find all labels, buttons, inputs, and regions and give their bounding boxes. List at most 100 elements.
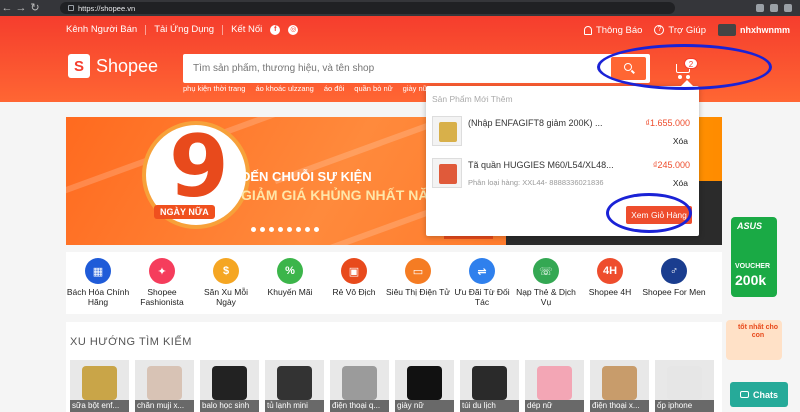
facebook-icon[interactable]: f (270, 24, 281, 35)
top-links: Kênh Người Bán Tải Ứng Dụng Kết Nối f ◎ (66, 24, 299, 35)
category-item[interactable]: ♂ Shopee For Men (642, 252, 706, 314)
keyword-link[interactable]: giày nữ (403, 84, 428, 93)
back-icon[interactable]: ← (0, 0, 14, 16)
menu-icon[interactable] (784, 4, 792, 12)
carousel-dot[interactable] (305, 227, 310, 232)
trending-tile[interactable]: túi du lịch (460, 360, 519, 412)
divider (222, 24, 224, 35)
product-image (537, 366, 572, 400)
view-cart-button[interactable]: Xem Giỏ Hàng (626, 206, 692, 224)
seller-link[interactable]: Kênh Người Bán (66, 24, 137, 35)
username: nhxhwnmm (739, 25, 790, 35)
cart-item[interactable]: (Nhập ENFAGIFT8 giảm 200K) ... ₫1.655.00… (432, 116, 694, 152)
dropdown-header: Sản Phẩm Mới Thêm (432, 94, 513, 104)
trending-tile[interactable]: ốp iphone (655, 360, 714, 412)
phone-icon: ☏ (533, 258, 559, 284)
trending-label: túi du lịch (460, 400, 519, 412)
bulb-icon: ✦ (149, 258, 175, 284)
trending-label: chăn muji x... (135, 400, 194, 412)
category-item[interactable]: ☏ Nạp Thẻ & Dịch Vụ (514, 252, 578, 314)
shopee-logo[interactable]: S Shopee (68, 54, 158, 78)
category-bar: ▦ Bách Hóa Chính Hãng ✦ Shopee Fashionista… (66, 252, 722, 314)
carousel-dots (251, 227, 319, 232)
trending-label: điện thoại q... (330, 400, 389, 412)
carousel-dot[interactable] (278, 227, 283, 232)
reload-icon[interactable]: ↻ (28, 0, 42, 16)
account-links: Thông Báo ? Trợ Giúp nhxhwnmm (583, 24, 790, 36)
category-item[interactable]: ✦ Shopee Fashionista (130, 252, 194, 314)
cart-dropdown: Sản Phẩm Mới Thêm (Nhập ENFAGIFT8 giảm 2… (426, 80, 699, 236)
countdown-days: NGÀY NỮA (154, 205, 215, 219)
extension-icon[interactable] (756, 4, 764, 12)
trending-tile[interactable]: giày nữ (395, 360, 454, 412)
trending-label: balo học sinh (200, 400, 259, 412)
carousel-dot[interactable] (296, 227, 301, 232)
product-image (472, 366, 507, 400)
product-name: (Nhập ENFAGIFT8 giảm 200K) ... (468, 118, 603, 128)
trending-tile[interactable]: tủ lạnh mini (265, 360, 324, 412)
carousel-dot[interactable] (251, 227, 256, 232)
keyword-link[interactable]: phụ kiện thời trang (183, 84, 245, 93)
search-button[interactable] (611, 57, 646, 80)
category-item[interactable]: ▣ Rẻ Vô Địch (322, 252, 386, 314)
remove-button[interactable]: Xóa (673, 136, 688, 146)
help-link[interactable]: ? Trợ Giúp (654, 25, 706, 36)
download-app-link[interactable]: Tải Ứng Dụng (154, 24, 214, 35)
category-label: Rẻ Vô Địch (332, 287, 376, 297)
carousel-dot[interactable] (260, 227, 265, 232)
store-icon: ▦ (85, 258, 111, 284)
chat-button[interactable]: Chats (730, 382, 788, 407)
fast-icon: 4H (597, 258, 623, 284)
address-bar[interactable]: https://shopee.vn (60, 2, 675, 14)
trending-tile[interactable]: dép nữ (525, 360, 584, 412)
category-label: Siêu Thị Điện Tử (386, 287, 450, 297)
product-image (602, 366, 637, 400)
voucher-amount: 200k (735, 272, 767, 288)
cart-button[interactable]: 2 (674, 58, 698, 80)
help-icon: ? (654, 25, 665, 35)
category-item[interactable]: ▦ Bách Hóa Chính Hãng (66, 252, 130, 314)
trending-tile[interactable]: điện thoại q... (330, 360, 389, 412)
lock-icon (68, 5, 74, 11)
category-label: Bách Hóa Chính Hãng (66, 287, 130, 307)
dropdown-caret (681, 80, 693, 86)
category-label: Shopee 4H (588, 287, 632, 297)
keyword-link[interactable]: áo khoác ulzzang (255, 84, 313, 93)
category-item[interactable]: ⇌ Ưu Đãi Từ Đối Tác (450, 252, 514, 314)
trending-tile[interactable]: điện thoại x... (590, 360, 649, 412)
remove-button[interactable]: Xóa (673, 178, 688, 188)
cart-item[interactable]: Tã quần HUGGIES M60/L54/XL48... Phân loạ… (432, 158, 694, 194)
keyword-link[interactable]: quần bò nữ (354, 84, 392, 93)
extension-icon[interactable] (770, 4, 778, 12)
product-image (342, 366, 377, 400)
trending-label: điện thoại x... (590, 400, 649, 412)
category-item[interactable]: $ Săn Xu Mỗi Ngày (194, 252, 258, 314)
product-price: ₫1.655.000 (645, 118, 690, 128)
banner-headline: ĐẾN CHUỖI SỰ KIỆN (241, 169, 372, 184)
trending-searches: XU HƯỚNG TÌM KIẾM sữa bột enf... chăn mu… (66, 322, 722, 412)
category-item[interactable]: 4H Shopee 4H (578, 252, 642, 314)
trending-tile[interactable]: sữa bột enf... (70, 360, 129, 412)
search-suggestions: phụ kiện thời trang áo khoác ulzzang áo … (183, 84, 428, 93)
trending-tile[interactable]: chăn muji x... (135, 360, 194, 412)
notifications-link[interactable]: Thông Báo (583, 25, 642, 36)
search-input[interactable] (193, 54, 593, 83)
promo-badge[interactable]: tốt nhất cho con (726, 320, 782, 360)
user-menu[interactable]: nhxhwnmm (717, 24, 790, 36)
carousel-dot[interactable] (314, 227, 319, 232)
category-item[interactable]: ▭ Siêu Thị Điện Tử (386, 252, 450, 314)
carousel-dot[interactable] (287, 227, 292, 232)
forward-icon[interactable]: → (14, 0, 28, 16)
logo-text: Shopee (96, 55, 159, 76)
trending-label: sữa bột enf... (70, 400, 129, 412)
product-thumbnail (432, 158, 462, 188)
connect-label: Kết Nối (231, 24, 263, 35)
keyword-link[interactable]: áo đôi (324, 84, 344, 93)
trending-tile[interactable]: balo học sinh (200, 360, 259, 412)
voucher-label: VOUCHER (735, 263, 771, 270)
asus-voucher-ad[interactable]: ASUS VOUCHER 200k (731, 217, 777, 297)
cart-wheel (678, 75, 682, 79)
category-item[interactable]: % Khuyến Mãi (258, 252, 322, 314)
instagram-icon[interactable]: ◎ (288, 24, 299, 35)
carousel-dot[interactable] (269, 227, 274, 232)
